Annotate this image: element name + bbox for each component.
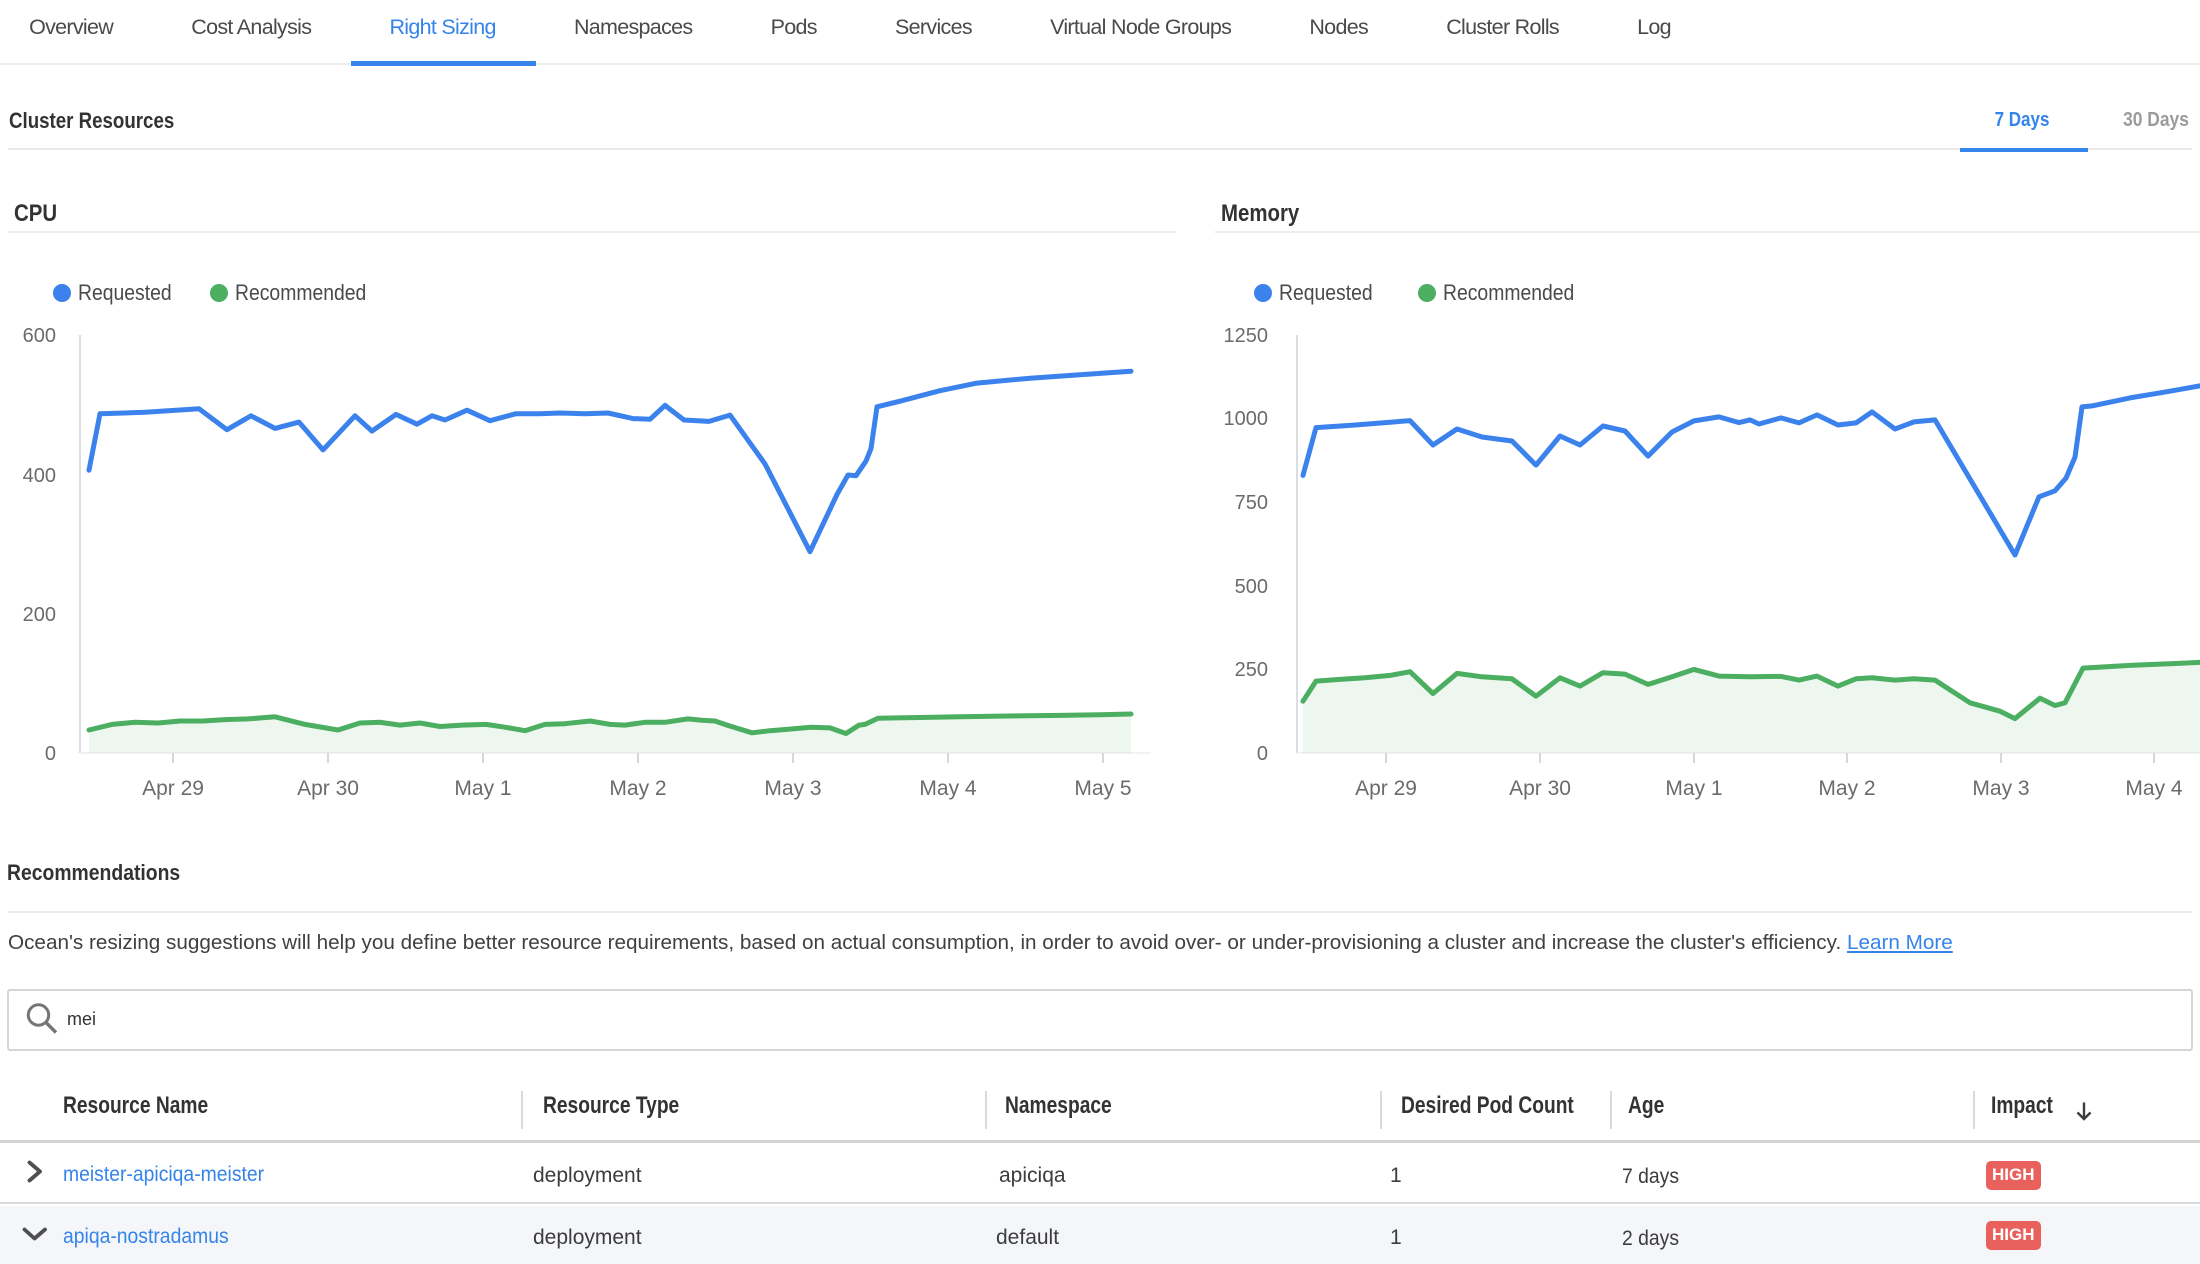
- svg-text:Apr 29: Apr 29: [1355, 777, 1417, 800]
- svg-text:0: 0: [45, 743, 56, 765]
- svg-text:May 2: May 2: [609, 777, 666, 800]
- svg-text:Apr 30: Apr 30: [1509, 777, 1571, 800]
- svg-text:May 5: May 5: [1074, 777, 1131, 800]
- svg-text:200: 200: [23, 604, 56, 626]
- svg-text:May 3: May 3: [764, 777, 821, 800]
- svg-text:1000: 1000: [1224, 408, 1269, 430]
- svg-text:750: 750: [1235, 492, 1268, 514]
- svg-text:May 1: May 1: [1665, 777, 1722, 800]
- svg-text:250: 250: [1235, 659, 1268, 681]
- svg-text:400: 400: [23, 465, 56, 487]
- svg-text:600: 600: [23, 325, 56, 347]
- svg-text:500: 500: [1235, 576, 1268, 598]
- svg-text:Apr 30: Apr 30: [297, 777, 359, 800]
- svg-text:May 4: May 4: [919, 777, 977, 800]
- svg-text:0: 0: [1257, 743, 1268, 765]
- svg-text:May 4: May 4: [2125, 777, 2183, 800]
- svg-text:Apr 29: Apr 29: [142, 777, 204, 800]
- svg-text:May 3: May 3: [1972, 777, 2029, 800]
- svg-text:1250: 1250: [1224, 325, 1269, 347]
- svg-text:May 2: May 2: [1818, 777, 1875, 800]
- svg-text:May 1: May 1: [454, 777, 511, 800]
